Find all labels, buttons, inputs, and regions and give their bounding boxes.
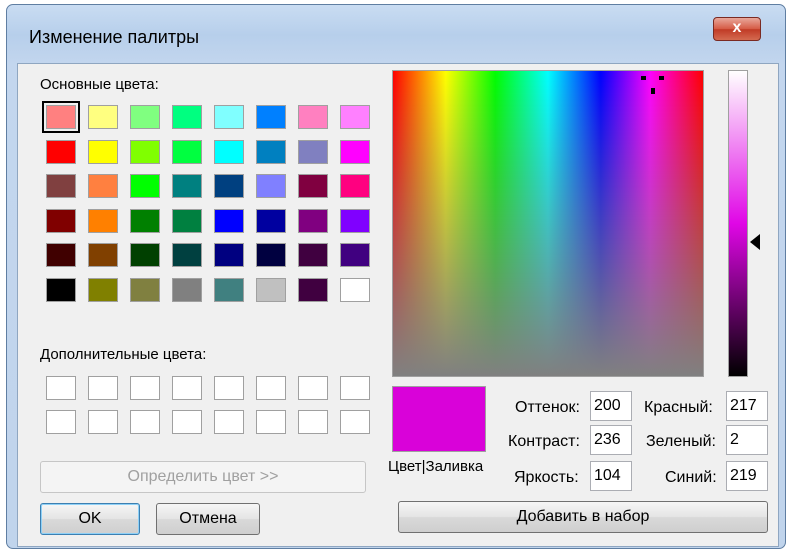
custom-colors-label: Дополнительные цвета: — [40, 346, 207, 363]
custom-color-swatch[interactable] — [340, 410, 370, 434]
green-label: Зеленый: — [646, 433, 716, 450]
basic-color-swatch[interactable] — [256, 139, 286, 164]
basic-color-swatch[interactable] — [298, 174, 328, 198]
basic-color-swatch[interactable] — [88, 139, 118, 164]
basic-color-swatch[interactable] — [340, 174, 370, 198]
basic-color-swatch[interactable] — [46, 174, 76, 198]
basic-color-swatch[interactable] — [298, 105, 328, 129]
basic-color-swatch[interactable] — [256, 277, 286, 302]
custom-color-swatch[interactable] — [256, 410, 286, 434]
basic-color-swatch[interactable] — [46, 243, 76, 267]
basic-color-swatch[interactable] — [88, 174, 118, 198]
basic-color-swatch[interactable] — [256, 208, 286, 233]
basic-color-swatch[interactable] — [46, 277, 76, 302]
cancel-button[interactable]: Отмена — [156, 503, 260, 535]
basic-color-swatch[interactable] — [130, 139, 160, 164]
add-to-custom-colors-button[interactable]: Добавить в набор — [398, 501, 768, 533]
basic-color-swatch[interactable] — [256, 105, 286, 129]
basic-color-swatch[interactable] — [340, 139, 370, 164]
basic-color-swatch[interactable] — [256, 174, 286, 198]
basic-color-swatch[interactable] — [298, 208, 328, 233]
custom-color-swatch[interactable] — [298, 410, 328, 434]
luminosity-slider[interactable] — [728, 70, 748, 377]
basic-color-swatch[interactable] — [214, 277, 244, 302]
custom-color-swatch[interactable] — [172, 410, 202, 434]
custom-color-swatch[interactable] — [214, 410, 244, 434]
basic-color-swatch[interactable] — [298, 139, 328, 164]
basic-color-swatch[interactable] — [214, 174, 244, 198]
basic-color-swatch[interactable] — [172, 139, 202, 164]
saturation-input[interactable]: 236 — [590, 425, 632, 455]
basic-color-swatch[interactable] — [214, 243, 244, 267]
basic-color-swatch[interactable] — [340, 208, 370, 233]
custom-color-swatch[interactable] — [88, 376, 118, 400]
basic-color-swatch[interactable] — [46, 139, 76, 164]
basic-color-swatch[interactable] — [340, 277, 370, 302]
hue-label: Оттенок: — [515, 399, 580, 416]
preview-label: Цвет|Заливка — [388, 458, 484, 475]
basic-color-swatch[interactable] — [130, 105, 160, 129]
color-spectrum[interactable] — [392, 70, 704, 377]
color-preview — [392, 386, 486, 452]
red-label: Красный: — [644, 399, 713, 416]
basic-color-swatch[interactable] — [88, 105, 118, 129]
basic-color-swatch[interactable] — [130, 277, 160, 302]
basic-color-swatch[interactable] — [172, 174, 202, 198]
basic-color-swatch[interactable] — [214, 105, 244, 129]
custom-color-swatch[interactable] — [130, 376, 160, 400]
basic-color-swatch[interactable] — [340, 243, 370, 267]
green-input[interactable]: 2 — [726, 425, 768, 455]
basic-color-swatch[interactable] — [214, 208, 244, 233]
basic-color-swatch[interactable] — [172, 208, 202, 233]
custom-color-swatch[interactable] — [88, 410, 118, 434]
basic-color-swatch[interactable] — [298, 277, 328, 302]
basic-color-swatch[interactable] — [340, 105, 370, 129]
custom-color-swatch[interactable] — [130, 410, 160, 434]
red-input[interactable]: 217 — [726, 391, 768, 421]
basic-color-swatch[interactable] — [172, 243, 202, 267]
custom-color-swatch[interactable] — [298, 376, 328, 400]
basic-color-swatch[interactable] — [130, 174, 160, 198]
blue-label: Синий: — [665, 469, 717, 486]
define-custom-colors-button[interactable]: Определить цвет >> — [40, 461, 366, 493]
basic-color-swatch[interactable] — [256, 243, 286, 267]
luminosity-label: Яркость: — [514, 469, 579, 486]
basic-color-swatch[interactable] — [46, 208, 76, 233]
basic-color-swatch[interactable] — [130, 243, 160, 267]
close-button[interactable]: x — [713, 17, 761, 41]
custom-color-swatch[interactable] — [46, 376, 76, 400]
basic-color-swatch[interactable] — [172, 277, 202, 302]
close-icon: x — [732, 19, 742, 36]
window-title: Изменение палитры — [29, 27, 200, 47]
basic-color-swatch[interactable] — [214, 139, 244, 164]
basic-color-swatch[interactable] — [88, 277, 118, 302]
basic-color-swatch[interactable] — [130, 208, 160, 233]
basic-color-swatch[interactable] — [298, 243, 328, 267]
hue-input[interactable]: 200 — [590, 391, 632, 421]
basic-color-swatch[interactable] — [88, 243, 118, 267]
basic-color-swatch[interactable] — [172, 105, 202, 129]
custom-color-swatch[interactable] — [46, 410, 76, 434]
custom-color-swatch[interactable] — [172, 376, 202, 400]
saturation-label: Контраст: — [508, 433, 580, 450]
custom-color-swatch[interactable] — [340, 376, 370, 400]
basic-color-swatch[interactable] — [42, 101, 80, 133]
basic-color-swatch[interactable] — [88, 208, 118, 233]
custom-color-swatch[interactable] — [256, 376, 286, 400]
basic-colors-label: Основные цвета: — [40, 76, 159, 93]
custom-color-swatch[interactable] — [214, 376, 244, 400]
blue-input[interactable]: 219 — [726, 461, 768, 491]
luminosity-input[interactable]: 104 — [590, 461, 632, 491]
luminosity-arrow-icon[interactable] — [750, 234, 760, 250]
ok-button[interactable]: OK — [40, 503, 140, 535]
